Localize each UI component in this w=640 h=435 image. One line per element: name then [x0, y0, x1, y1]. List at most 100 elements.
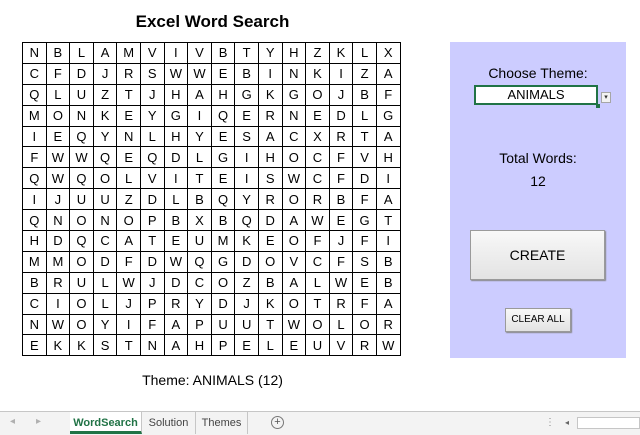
grid-cell[interactable]: L	[328, 313, 354, 336]
grid-cell[interactable]: W	[187, 62, 212, 85]
grid-cell[interactable]: R	[328, 125, 354, 148]
grid-cell[interactable]: Q	[92, 146, 118, 169]
grid-cell[interactable]: B	[45, 42, 71, 64]
grid-cell[interactable]: G	[163, 104, 189, 127]
grid-cell[interactable]: O	[281, 292, 307, 315]
grid-cell[interactable]: Q	[69, 125, 94, 148]
grid-cell[interactable]: R	[375, 313, 401, 336]
grid-cell[interactable]: A	[281, 271, 307, 294]
grid-cell[interactable]: H	[163, 83, 189, 106]
grid-cell[interactable]: N	[22, 42, 47, 64]
grid-cell[interactable]: K	[257, 292, 283, 315]
grid-cell[interactable]: O	[210, 271, 236, 294]
grid-cell[interactable]: F	[328, 167, 354, 190]
prev-sheet-icon[interactable]: ◂	[10, 416, 15, 427]
grid-cell[interactable]: J	[328, 83, 354, 106]
fill-handle[interactable]	[596, 104, 600, 108]
grid-cell[interactable]: O	[116, 209, 141, 232]
grid-cell[interactable]: Y	[139, 104, 165, 127]
grid-cell[interactable]: I	[375, 230, 401, 252]
grid-cell[interactable]: U	[187, 230, 212, 252]
grid-cell[interactable]: D	[92, 250, 118, 273]
grid-cell[interactable]: C	[22, 62, 47, 85]
grid-cell[interactable]: K	[257, 83, 283, 106]
grid-cell[interactable]: B	[210, 42, 236, 64]
grid-cell[interactable]: N	[281, 62, 307, 85]
grid-cell[interactable]: W	[281, 313, 307, 336]
grid-cell[interactable]: H	[187, 334, 212, 357]
grid-cell[interactable]: E	[210, 62, 236, 85]
grid-cell[interactable]: R	[116, 62, 141, 85]
grid-cell[interactable]: C	[281, 125, 307, 148]
theme-select-cell[interactable]: ANIMALS	[474, 85, 598, 105]
grid-cell[interactable]: J	[45, 188, 71, 211]
grid-cell[interactable]: T	[375, 209, 401, 232]
grid-cell[interactable]: U	[92, 188, 118, 211]
grid-cell[interactable]: M	[45, 250, 71, 273]
grid-cell[interactable]: D	[69, 62, 94, 85]
grid-cell[interactable]: Y	[92, 313, 118, 336]
grid-cell[interactable]: B	[234, 62, 259, 85]
grid-cell[interactable]: E	[328, 209, 354, 232]
grid-cell[interactable]: A	[375, 62, 401, 85]
grid-cell[interactable]: R	[305, 188, 330, 211]
grid-cell[interactable]: A	[116, 230, 141, 252]
grid-cell[interactable]: O	[69, 313, 94, 336]
grid-cell[interactable]: Z	[305, 42, 330, 64]
grid-cell[interactable]: Y	[187, 125, 212, 148]
grid-cell[interactable]: N	[116, 125, 141, 148]
grid-cell[interactable]: E	[281, 334, 307, 357]
grid-cell[interactable]: D	[163, 146, 189, 169]
grid-cell[interactable]: I	[22, 188, 47, 211]
grid-cell[interactable]: J	[328, 230, 354, 252]
grid-cell[interactable]: S	[139, 62, 165, 85]
grid-cell[interactable]: Q	[187, 250, 212, 273]
grid-cell[interactable]: W	[69, 146, 94, 169]
create-button[interactable]: CREATE	[470, 230, 605, 280]
grid-cell[interactable]: V	[281, 250, 307, 273]
tab-themes[interactable]: Themes	[196, 412, 248, 434]
grid-cell[interactable]: C	[305, 146, 330, 169]
grid-cell[interactable]: D	[163, 271, 189, 294]
grid-cell[interactable]: X	[305, 125, 330, 148]
grid-cell[interactable]: C	[22, 292, 47, 315]
grid-cell[interactable]: B	[375, 271, 401, 294]
grid-cell[interactable]: B	[375, 250, 401, 273]
grid-cell[interactable]: M	[116, 42, 141, 64]
grid-cell[interactable]: A	[187, 83, 212, 106]
grid-cell[interactable]: D	[210, 292, 236, 315]
grid-cell[interactable]: D	[352, 167, 377, 190]
grid-cell[interactable]: I	[22, 125, 47, 148]
grid-cell[interactable]: G	[375, 104, 401, 127]
grid-cell[interactable]: V	[187, 42, 212, 64]
grid-cell[interactable]: G	[281, 83, 307, 106]
grid-cell[interactable]: B	[352, 83, 377, 106]
grid-cell[interactable]: H	[163, 125, 189, 148]
grid-cell[interactable]: M	[22, 250, 47, 273]
grid-cell[interactable]: M	[210, 230, 236, 252]
grid-cell[interactable]: M	[22, 104, 47, 127]
grid-cell[interactable]: O	[281, 188, 307, 211]
grid-cell[interactable]: K	[234, 230, 259, 252]
grid-cell[interactable]: L	[69, 42, 94, 64]
grid-cell[interactable]: O	[281, 230, 307, 252]
grid-cell[interactable]: N	[69, 104, 94, 127]
grid-cell[interactable]: I	[234, 167, 259, 190]
grid-cell[interactable]: N	[22, 313, 47, 336]
grid-cell[interactable]: L	[139, 125, 165, 148]
grid-cell[interactable]: B	[257, 271, 283, 294]
grid-cell[interactable]: O	[305, 313, 330, 336]
grid-cell[interactable]: J	[139, 83, 165, 106]
grid-cell[interactable]: Q	[22, 209, 47, 232]
grid-cell[interactable]: C	[92, 230, 118, 252]
grid-cell[interactable]: A	[375, 125, 401, 148]
grid-cell[interactable]: T	[305, 292, 330, 315]
grid-cell[interactable]: S	[257, 167, 283, 190]
grid-cell[interactable]: Q	[139, 146, 165, 169]
grid-cell[interactable]: E	[163, 230, 189, 252]
add-sheet-icon[interactable]: +	[271, 416, 284, 429]
grid-cell[interactable]: O	[257, 250, 283, 273]
grid-cell[interactable]: F	[139, 313, 165, 336]
grid-cell[interactable]: A	[257, 125, 283, 148]
next-sheet-icon[interactable]: ▸	[36, 416, 41, 427]
